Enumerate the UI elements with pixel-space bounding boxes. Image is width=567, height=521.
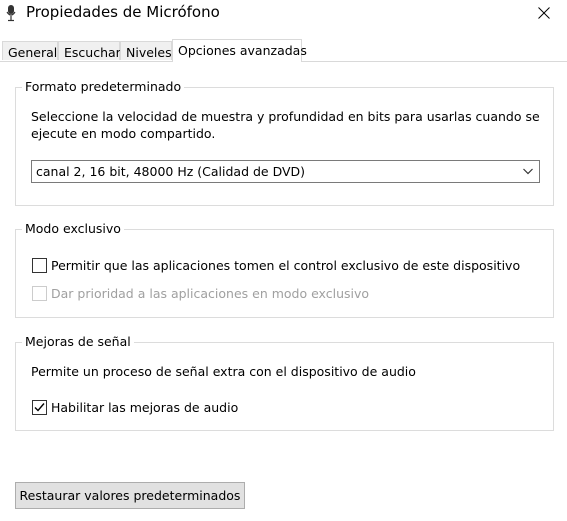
tab-label: Niveles — [126, 45, 172, 60]
priority-label: Dar prioridad a las aplicaciones en modo… — [51, 286, 370, 301]
default-format-description-line1: Seleccione la velocidad de muestra y pro… — [31, 109, 540, 124]
chevron-down-icon — [523, 168, 533, 175]
window-title: Propiedades de Micrófono — [26, 3, 220, 21]
default-format-title: Formato predeterminado — [22, 79, 185, 94]
tab-escuchar[interactable]: Escuchar — [58, 41, 121, 60]
tab-label: General — [8, 45, 58, 60]
signal-enhancements-title: Mejoras de señal — [22, 334, 134, 349]
close-icon — [538, 7, 550, 19]
tab-niveles[interactable]: Niveles — [120, 41, 172, 60]
tab-label: Escuchar — [64, 45, 121, 60]
default-format-group: Formato predeterminado Seleccione la vel… — [15, 79, 554, 206]
allow-exclusive-checkbox[interactable] — [32, 258, 47, 273]
tab-panel: Formato predeterminado Seleccione la vel… — [0, 61, 567, 521]
tab-strip: General Escuchar Niveles Opciones avanza… — [0, 39, 567, 62]
tab-general[interactable]: General — [2, 41, 58, 60]
checkmark-icon — [34, 403, 45, 412]
exclusive-mode-title: Modo exclusivo — [22, 221, 124, 236]
priority-checkbox — [32, 286, 47, 301]
format-select-value: canal 2, 16 bit, 48000 Hz (Calidad de DV… — [36, 164, 306, 179]
enable-enhancements-label[interactable]: Habilitar las mejoras de audio — [51, 400, 238, 415]
exclusive-mode-group: Modo exclusivo Permitir que las aplicaci… — [15, 221, 554, 318]
signal-enhancements-group: Mejoras de señal Permite un proceso de s… — [15, 334, 554, 431]
tab-opciones-avanzadas[interactable]: Opciones avanzadas — [172, 39, 307, 62]
enable-enhancements-checkbox[interactable] — [32, 400, 47, 415]
microphone-icon — [6, 5, 16, 22]
title-bar: Propiedades de Micrófono — [0, 0, 567, 26]
restore-defaults-label: Restaurar valores predeterminados — [19, 488, 241, 503]
tab-label: Opciones avanzadas — [178, 43, 307, 58]
restore-defaults-button[interactable]: Restaurar valores predeterminados — [15, 482, 245, 509]
default-format-description-line2: ejecute en modo compartido. — [31, 126, 216, 141]
format-select[interactable]: canal 2, 16 bit, 48000 Hz (Calidad de DV… — [31, 160, 540, 183]
signal-enhancements-description: Permite un proceso de señal extra con el… — [31, 364, 416, 379]
close-button[interactable] — [521, 0, 567, 26]
allow-exclusive-label[interactable]: Permitir que las aplicaciones tomen el c… — [51, 258, 520, 273]
